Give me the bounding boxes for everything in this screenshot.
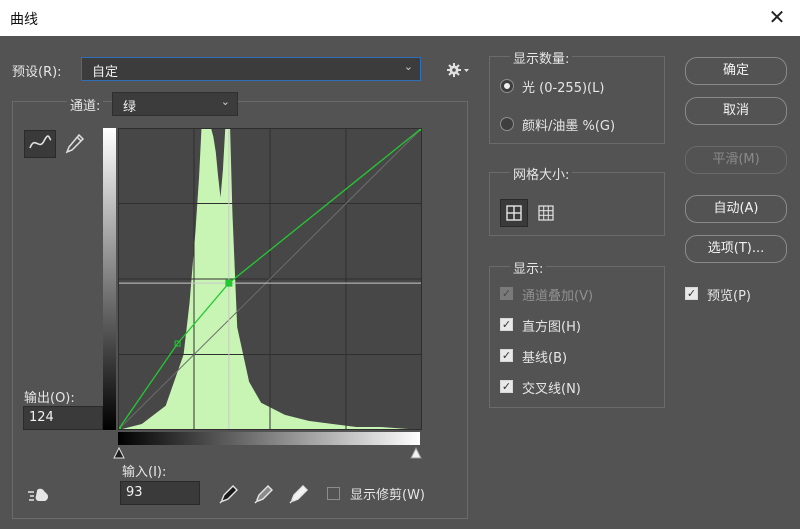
show-amount-title: 显示数量: xyxy=(510,48,573,67)
channel-value: 绿 xyxy=(123,100,137,115)
gear-icon[interactable] xyxy=(446,61,470,79)
show-clipping-label: 显示修剪(W) xyxy=(350,488,425,503)
channel-label: 通道: xyxy=(67,95,104,114)
input-value: 93 xyxy=(126,485,143,500)
histogram-checkbox[interactable]: ✓ xyxy=(500,318,513,331)
output-field[interactable]: 124 xyxy=(23,406,103,430)
target-adjust-icon[interactable] xyxy=(27,485,53,505)
grid-size-title: 网格大小: xyxy=(510,164,573,183)
curve-graph[interactable] xyxy=(115,125,425,433)
black-slider-icon[interactable] xyxy=(113,446,125,459)
pencil-icon[interactable] xyxy=(64,132,86,156)
channel-select[interactable]: 绿 ⌄ xyxy=(112,92,238,116)
light-radio[interactable] xyxy=(500,79,514,93)
preview-label: 预览(P) xyxy=(707,289,751,304)
options-button[interactable]: 选项(T)... xyxy=(685,235,787,263)
close-icon[interactable]: ✕ xyxy=(766,6,788,28)
title-bar: 曲线 ✕ xyxy=(0,0,800,36)
channel-overlays-label: 通道叠加(V) xyxy=(522,289,594,304)
preset-label: 预设(R): xyxy=(12,65,62,80)
baseline-checkbox[interactable]: ✓ xyxy=(500,349,513,362)
auto-button[interactable]: 自动(A) xyxy=(685,195,787,223)
light-radio-label: 光 (0-255)(L) xyxy=(522,81,605,96)
intersection-line-checkbox[interactable]: ✓ xyxy=(500,380,513,393)
output-gradient-bar xyxy=(103,128,116,430)
white-slider-icon[interactable] xyxy=(410,446,422,459)
ok-button[interactable]: 确定 xyxy=(685,57,787,85)
display-title: 显示: xyxy=(510,258,547,277)
histogram-label: 直方图(H) xyxy=(522,320,581,335)
channel-overlays-checkbox[interactable]: ✓ xyxy=(500,287,513,300)
white-point-eyedropper-icon[interactable] xyxy=(288,483,310,505)
gray-point-eyedropper-icon[interactable] xyxy=(253,483,275,505)
pigment-ink-radio[interactable] xyxy=(500,117,514,131)
dialog-title: 曲线 xyxy=(10,12,38,28)
input-field[interactable]: 93 xyxy=(120,481,200,505)
output-value: 124 xyxy=(29,410,54,425)
show-clipping-checkbox[interactable] xyxy=(327,487,340,500)
cancel-button[interactable]: 取消 xyxy=(685,97,787,125)
chevron-down-icon: ⌄ xyxy=(403,60,413,73)
pigment-ink-radio-label: 颜料/油墨 %(G) xyxy=(522,119,616,134)
chevron-down-icon: ⌄ xyxy=(220,95,230,108)
black-point-eyedropper-icon[interactable] xyxy=(218,483,240,505)
input-gradient-bar xyxy=(118,432,420,445)
input-label: 输入(I): xyxy=(122,465,167,480)
curve-graph-svg[interactable] xyxy=(115,125,425,433)
output-label: 输出(O): xyxy=(24,391,75,406)
preview-checkbox[interactable]: ✓ xyxy=(685,287,698,300)
curve-point-selected[interactable] xyxy=(225,279,233,287)
grid-4-icon[interactable] xyxy=(500,199,528,227)
preset-select[interactable]: 自定 ⌄ xyxy=(81,57,421,81)
curve-tool-icon[interactable] xyxy=(24,130,56,158)
smooth-button[interactable]: 平滑(M) xyxy=(685,146,787,174)
intersection-line-label: 交叉线(N) xyxy=(522,382,581,397)
grid-10-icon[interactable] xyxy=(532,199,560,227)
baseline-label: 基线(B) xyxy=(522,351,568,366)
preset-value: 自定 xyxy=(92,65,119,80)
